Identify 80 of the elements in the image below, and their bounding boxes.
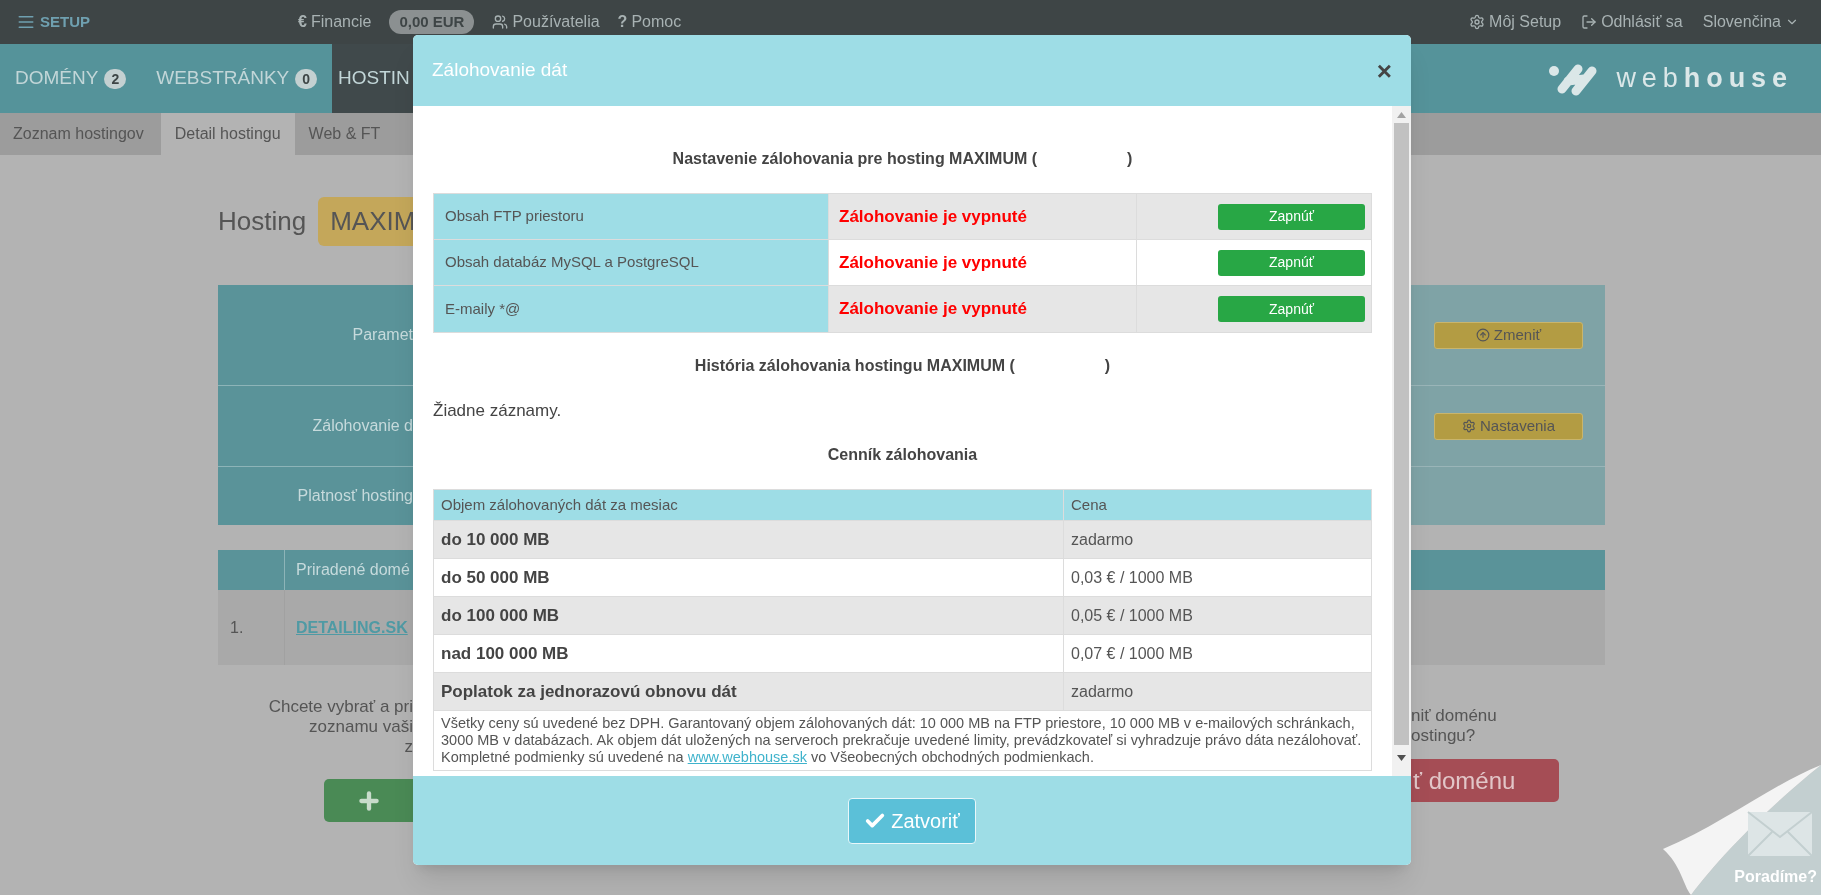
menu-icon[interactable] [17,13,35,31]
param-button[interactable]: Zmeniť [1434,321,1583,349]
enable-button[interactable]: Zapnúť [1218,296,1365,322]
logo-text: web house [1616,62,1793,96]
close-dialog-button[interactable]: Zatvoriť [848,797,976,844]
param-label: Zálohovanie d [312,416,413,436]
section-heading: Cenník zálohovania [826,445,979,465]
param-label: Paramet [352,325,413,345]
param-label: Platnosť hosting [297,486,413,506]
backup-item-label: E-maily *@ [445,298,521,319]
price-cell-text: zadarmo [1071,529,1134,550]
enable-button[interactable]: Zapnúť [1218,249,1365,276]
row-number: 1. [230,617,244,638]
price-cell-text: zadarmo [1071,681,1134,702]
volume-cell-text: nad 100 000 MB [441,642,569,665]
info-text: z [404,737,413,757]
backup-status: Zálohovanie je vypnuté [839,251,1027,274]
sub-tab[interactable]: Web & FT [294,113,395,155]
section-heading: História zálohovania hostingu MAXIMUM ( [694,356,1015,376]
nav-tab-label: WEBSTRÁNKY [156,66,290,91]
volume-cell-text: do 100 000 MB [441,604,560,627]
scrollbar[interactable] [1392,106,1411,776]
help-label: Poradíme? [1734,867,1817,887]
close-button[interactable]: × [1376,57,1392,84]
volume-cell-text: Poplatok za jednorazovú obnovu dát [441,680,737,703]
website-link[interactable]: www.webhouse.sk [687,749,807,765]
dialog-title: Zálohovanie dát [432,58,568,83]
section-heading: Nastavenie zálohovania pre hosting MAXIMUM ( [672,149,1038,169]
top-nav-link[interactable]: Financie [310,10,372,34]
count-badge: 0 [295,68,318,89]
top-nav-link[interactable]: Slovenčina [1702,10,1781,34]
info-text: niť doménu [1411,706,1498,726]
pricing-note: Všetky ceny sú uvedené bez DPH. Garantovaný objem zálohovaných dát: 10 000 MB na FTP priestore, 10 000 MB v e-mailových schránkach, 3000 MB v databázach. Ak objem dát uložených na serveroch prekračuje uvedené limity, prevádzkovateľ si vyhradzuje právo dáta nezálohovať. Kompletné podmienky sú uvedené na www.webhouse.sk vo Všeobecných obchodných podmienkach. [441,715,1363,766]
param-button[interactable]: Nastavenia [1434,412,1583,440]
empty-history-text: Žiadne záznamy. [433,401,563,421]
volume-cell-text: do 50 000 MB [441,566,550,589]
column-header: Cena [1071,494,1107,515]
price-cell-text: 0,07 € / 1000 MB [1071,643,1193,664]
nav-tab[interactable]: WEBSTRÁNKY 0 [141,44,333,113]
scroll-down-icon [1397,755,1406,761]
settings-icon [1461,419,1476,433]
backup-item-label: Obsah FTP priestoru [445,206,584,227]
remove-domain-button[interactable]: ť doménu [1411,759,1559,802]
price-cell-text: 0,03 € / 1000 MB [1071,567,1193,588]
nav-tab[interactable]: DOMÉNY 2 [0,44,142,113]
top-nav-link[interactable]: Používatelia [512,10,600,34]
nav-tab-label: DOMÉNY [15,66,99,91]
plan-badge: MAXIM [318,197,416,246]
add-button[interactable] [324,779,413,822]
top-nav-link[interactable]: Pomoc [631,10,682,34]
info-text: Chcete vybrať a pri [268,697,413,717]
heading-bracket: ) [1127,149,1133,169]
info-text: zoznamu vaši [309,717,413,737]
backup-status: Zálohovanie je vypnuté [839,298,1027,321]
column-header: Priradené domé [296,560,410,580]
backup-item-label: Obsah databáz MySQL a PostgreSQL [445,252,699,273]
backup-status: Zálohovanie je vypnuté [839,205,1027,228]
enable-button[interactable]: Zapnúť [1218,203,1365,230]
top-nav-link[interactable]: Odhlásiť sa [1601,10,1683,34]
price-cell-text: 0,05 € / 1000 MB [1071,605,1193,626]
logout-icon [1581,14,1598,30]
envelope-icon [1747,811,1813,857]
column-header: Objem zálohovaných dát za mesiac [441,494,678,515]
count-badge: 2 [104,68,127,89]
balance-badge: 0,00 EUR [389,9,475,35]
users-icon [492,14,509,30]
sub-tab[interactable]: Zoznam hostingov [0,113,161,155]
brand-label[interactable]: SETUP [40,10,90,34]
menu-glyph: ? [617,12,628,32]
top-nav-link[interactable]: Môj Setup [1489,10,1562,34]
menu-glyph: € [298,12,307,32]
volume-cell-text: do 10 000 MB [441,528,550,551]
page-title: Hosting [218,205,307,238]
sub-tab[interactable]: Detail hostingu [160,113,295,155]
scrollbar-thumb[interactable] [1394,123,1409,745]
settings-icon [1469,14,1486,30]
nav-tab-label: HOSTIN [338,66,410,91]
heading-bracket: ) [1104,356,1111,376]
info-text: ostingu? [1411,726,1477,746]
arrow-up-circle-icon [1475,328,1490,342]
